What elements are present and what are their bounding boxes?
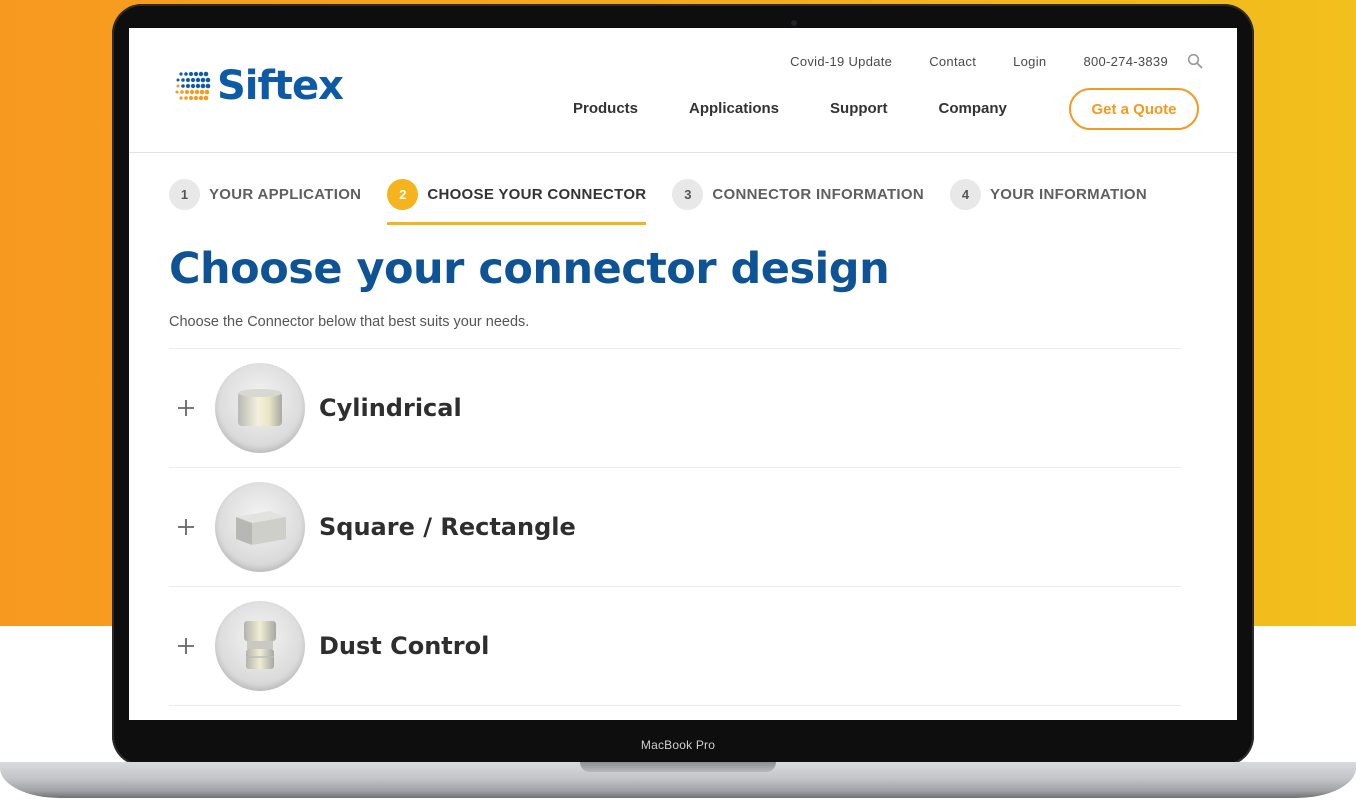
dust-control-connector-icon (215, 601, 305, 691)
option-title: Dust Control (319, 632, 490, 660)
contact-link[interactable]: Contact (929, 54, 976, 69)
step-connector-information[interactable]: 3 CONNECTOR INFORMATION (672, 178, 924, 210)
connector-list: Cylindrical Square / Rectangle Dust Cont… (169, 348, 1181, 706)
step-number: 3 (672, 178, 704, 210)
connector-option-dust-control[interactable]: Dust Control (169, 587, 1181, 706)
expand-plus-icon[interactable] (171, 393, 201, 423)
page-title: Choose your connector design (169, 244, 890, 294)
page-intro: Choose the Connector below that best sui… (169, 314, 530, 330)
expand-plus-icon[interactable] (171, 512, 201, 542)
laptop-base-notch (580, 762, 776, 772)
device-label: MacBook Pro (640, 738, 716, 752)
get-a-quote-button[interactable]: Get a Quote (1069, 88, 1199, 130)
connector-option-cylindrical[interactable]: Cylindrical (169, 349, 1181, 468)
siftex-logo-icon (175, 71, 211, 101)
nav-products[interactable]: Products (573, 100, 638, 117)
connector-option-square-rectangle[interactable]: Square / Rectangle (169, 468, 1181, 587)
option-title: Cylindrical (319, 394, 462, 422)
nav-support[interactable]: Support (830, 100, 888, 117)
nav-applications[interactable]: Applications (689, 100, 779, 117)
login-link[interactable]: Login (1013, 54, 1046, 69)
square-connector-icon (215, 482, 305, 572)
nav-company[interactable]: Company (939, 100, 1007, 117)
step-number: 1 (169, 178, 200, 210)
option-title: Square / Rectangle (319, 513, 576, 541)
step-your-information[interactable]: 4 YOUR INFORMATION (950, 178, 1147, 210)
step-choose-your-connector[interactable]: 2 CHOOSE YOUR CONNECTOR (387, 178, 647, 225)
covid-update-link[interactable]: Covid-19 Update (790, 54, 892, 69)
camera-dot (791, 20, 797, 26)
expand-plus-icon[interactable] (171, 631, 201, 661)
search-icon[interactable] (1187, 53, 1203, 69)
step-label: CHOOSE YOUR CONNECTOR (427, 185, 647, 203)
main-nav: Products Applications Support Company (573, 100, 1007, 117)
step-label: YOUR INFORMATION (990, 185, 1148, 203)
logo-wordmark: Siftex (217, 63, 344, 109)
cylindrical-connector-icon (215, 363, 305, 453)
step-number: 4 (950, 178, 981, 210)
step-your-application[interactable]: 1 YOUR APPLICATION (169, 178, 361, 210)
step-number: 2 (387, 178, 419, 210)
step-label: CONNECTOR INFORMATION (712, 185, 924, 203)
wizard-steps: 1 YOUR APPLICATION 2 CHOOSE YOUR CONNECT… (169, 178, 1147, 225)
site-logo[interactable]: Siftex (173, 63, 344, 109)
utility-nav: Covid-19 Update Contact Login 800-274-38… (790, 53, 1203, 69)
header-divider (129, 152, 1237, 153)
browser-screen: Siftex Covid-19 Update Contact Login 800… (129, 28, 1237, 720)
phone-link[interactable]: 800-274-3839 (1083, 54, 1168, 69)
step-label: YOUR APPLICATION (209, 185, 362, 203)
